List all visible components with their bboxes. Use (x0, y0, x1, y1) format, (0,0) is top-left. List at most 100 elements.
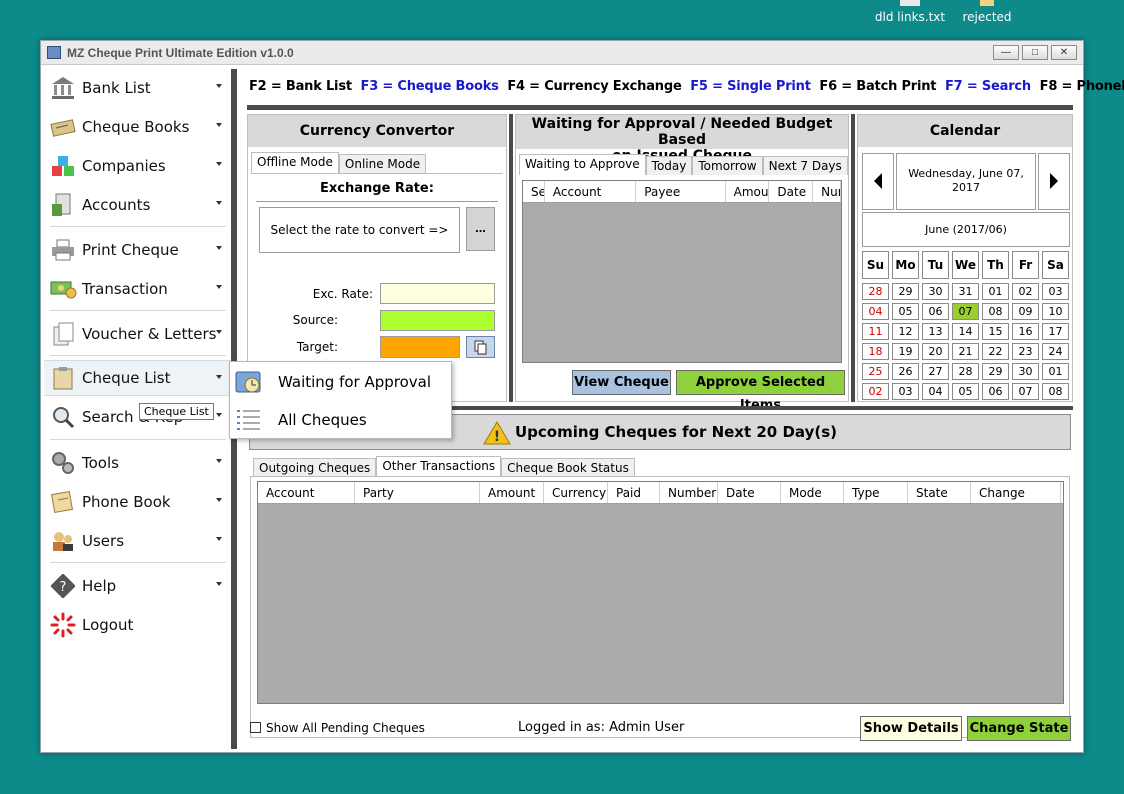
select-rate-button[interactable]: ... (466, 207, 495, 251)
sidebar-item-tools[interactable]: Tools (44, 445, 230, 481)
calendar-day[interactable]: 29 (982, 363, 1009, 380)
next-month-button[interactable] (1038, 153, 1070, 210)
calendar-day[interactable]: 20 (922, 343, 949, 360)
desktop-icon-dld-links[interactable]: dld links.txt (870, 0, 950, 24)
show-details-button[interactable]: Show Details (860, 716, 962, 741)
shortcut-f4[interactable]: F4 = Currency Exchange (507, 79, 681, 94)
calendar-day[interactable]: 07 (1012, 383, 1039, 400)
sidebar-item-help[interactable]: ? Help (44, 568, 230, 604)
column-header[interactable]: Paid (608, 482, 660, 503)
sidebar-item-users[interactable]: Users (44, 523, 230, 559)
column-header[interactable]: Date (769, 181, 814, 202)
minimize-button[interactable]: — (993, 45, 1019, 60)
calendar-day[interactable]: 31 (952, 283, 979, 300)
calendar-day[interactable]: 15 (982, 323, 1009, 340)
calendar-day[interactable]: 02 (1012, 283, 1039, 300)
column-header[interactable]: Currency (544, 482, 608, 503)
calendar-day[interactable]: 24 (1042, 343, 1069, 360)
sidebar-item-transaction[interactable]: Transaction (44, 271, 230, 307)
calendar-day[interactable]: 21 (952, 343, 979, 360)
shortcut-f8[interactable]: F8 = PhoneBook (1040, 79, 1124, 94)
calendar-day[interactable]: 22 (982, 343, 1009, 360)
calendar-day[interactable]: 25 (862, 363, 889, 380)
close-button[interactable]: ✕ (1051, 45, 1077, 60)
column-header[interactable]: Mode (781, 482, 844, 503)
column-header[interactable]: Party (355, 482, 480, 503)
tab-waiting-to-approve[interactable]: Waiting to Approve (519, 154, 646, 175)
calendar-day[interactable]: 14 (952, 323, 979, 340)
column-header[interactable]: Number (660, 482, 718, 503)
calendar-day[interactable]: 06 (982, 383, 1009, 400)
approval-grid[interactable]: Se Account Payee Amour Date Numbe (522, 180, 842, 363)
column-header[interactable]: Payee (636, 181, 726, 202)
calendar-day[interactable]: 11 (862, 323, 889, 340)
copy-button[interactable] (466, 336, 495, 358)
view-cheque-button[interactable]: View Cheque (572, 370, 671, 395)
calendar-day[interactable]: 01 (1042, 363, 1069, 380)
tab-offline-mode[interactable]: Offline Mode (251, 152, 339, 173)
sidebar-item-cheque-list[interactable]: Cheque List (44, 360, 230, 396)
sidebar-item-voucher-letters[interactable]: Voucher & Letters (44, 316, 230, 352)
calendar-day[interactable]: 07 (952, 303, 979, 320)
source-input[interactable] (380, 310, 495, 331)
tab-today[interactable]: Today (645, 156, 693, 175)
column-header[interactable]: Type (844, 482, 908, 503)
column-header[interactable]: Account (258, 482, 355, 503)
calendar-day[interactable]: 13 (922, 323, 949, 340)
column-header[interactable]: Date (718, 482, 781, 503)
calendar-day[interactable]: 27 (922, 363, 949, 380)
calendar-day[interactable]: 28 (952, 363, 979, 380)
sidebar-item-bank-list[interactable]: Bank List (44, 70, 230, 106)
shortcut-f6[interactable]: F6 = Batch Print (819, 79, 936, 94)
calendar-day[interactable]: 04 (922, 383, 949, 400)
calendar-day[interactable]: 08 (982, 303, 1009, 320)
tab-next-7-days[interactable]: Next 7 Days (762, 156, 848, 175)
column-header[interactable]: Amount (480, 482, 544, 503)
change-state-button[interactable]: Change State (967, 716, 1071, 741)
calendar-day[interactable]: 10 (1042, 303, 1069, 320)
shortcut-f7[interactable]: F7 = Search (945, 79, 1031, 94)
menu-item-all-cheques[interactable]: All Cheques (230, 402, 451, 438)
column-header[interactable]: Se (523, 181, 545, 202)
sidebar-item-logout[interactable]: Logout (44, 607, 230, 643)
calendar-day[interactable]: 01 (982, 283, 1009, 300)
calendar-day[interactable]: 26 (892, 363, 919, 380)
upcoming-grid[interactable]: Account Party Amount Currency Paid Numbe… (257, 481, 1064, 704)
column-header[interactable]: Account (545, 181, 637, 202)
calendar-day[interactable]: 05 (892, 303, 919, 320)
menu-item-waiting-for-approval[interactable]: Waiting for Approval (230, 364, 451, 400)
calendar-day[interactable]: 18 (862, 343, 889, 360)
shortcut-f2[interactable]: F2 = Bank List (249, 79, 352, 94)
show-pending-label[interactable]: Show All Pending Cheques (266, 721, 425, 735)
column-header[interactable]: Change (971, 482, 1061, 503)
calendar-day[interactable]: 08 (1042, 383, 1069, 400)
column-header[interactable]: Numbe (813, 181, 841, 202)
tab-online-mode[interactable]: Online Mode (338, 154, 427, 173)
shortcut-f5[interactable]: F5 = Single Print (690, 79, 811, 94)
calendar-day[interactable]: 03 (1042, 283, 1069, 300)
sidebar-item-companies[interactable]: Companies (44, 148, 230, 184)
calendar-day[interactable]: 23 (1012, 343, 1039, 360)
calendar-day[interactable]: 16 (1012, 323, 1039, 340)
show-pending-checkbox[interactable] (250, 722, 261, 733)
select-rate-field[interactable]: Select the rate to convert => (259, 207, 460, 253)
calendar-day[interactable]: 03 (892, 383, 919, 400)
target-input[interactable] (380, 336, 460, 358)
sidebar-item-accounts[interactable]: Accounts (44, 187, 230, 223)
calendar-day[interactable]: 05 (952, 383, 979, 400)
desktop-icon-rejected[interactable]: rejected (947, 0, 1027, 24)
calendar-day[interactable]: 30 (922, 283, 949, 300)
calendar-day[interactable]: 02 (862, 383, 889, 400)
title-bar[interactable]: MZ Cheque Print Ultimate Edition v1.0.0 … (41, 41, 1083, 65)
calendar-day[interactable]: 29 (892, 283, 919, 300)
calendar-day[interactable]: 04 (862, 303, 889, 320)
calendar-day[interactable]: 30 (1012, 363, 1039, 380)
column-header[interactable]: State (908, 482, 971, 503)
calendar-day[interactable]: 06 (922, 303, 949, 320)
tab-other-transactions[interactable]: Other Transactions (376, 456, 502, 477)
tab-cheque-book-status[interactable]: Cheque Book Status (501, 458, 635, 477)
calendar-day[interactable]: 19 (892, 343, 919, 360)
column-header[interactable]: Amour (726, 181, 770, 202)
tab-tomorrow[interactable]: Tomorrow (692, 156, 763, 175)
sidebar-item-cheque-books[interactable]: Cheque Books (44, 109, 230, 145)
